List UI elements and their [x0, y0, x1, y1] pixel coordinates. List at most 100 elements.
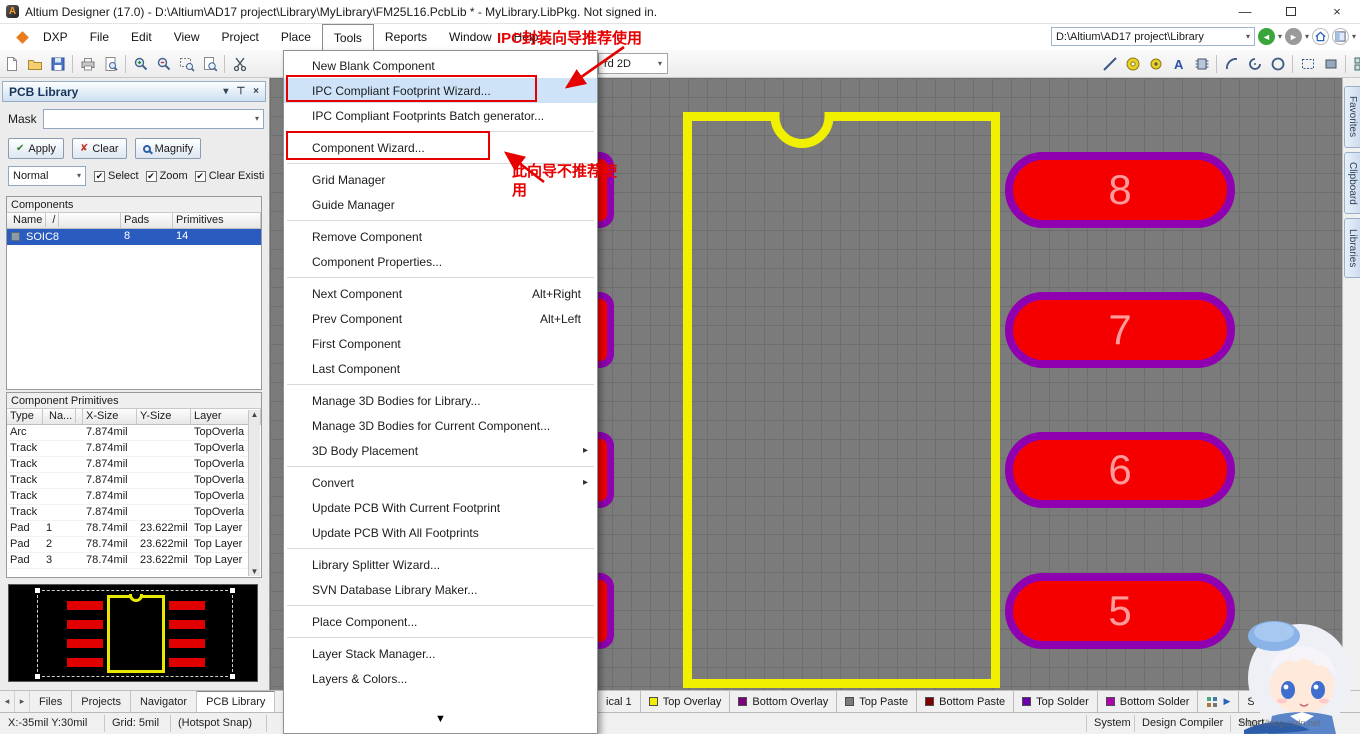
maximize-button[interactable]: [1268, 0, 1314, 23]
tab-pcb-library[interactable]: PCB Library: [197, 691, 275, 712]
scroll-up-icon[interactable]: ▲: [251, 410, 259, 419]
close-button[interactable]: ×: [1314, 0, 1360, 23]
layer-tab-top-solder[interactable]: Top Solder: [1014, 691, 1098, 712]
menu-item-place-component[interactable]: Place Component...: [284, 609, 597, 634]
fill-tool-icon[interactable]: [1319, 52, 1342, 75]
tab-scroll-right-icon[interactable]: ▸: [15, 691, 30, 712]
print-preview-icon[interactable]: [99, 52, 122, 75]
desktop-layouts-icon[interactable]: [1332, 28, 1349, 45]
menu-window[interactable]: Window: [438, 24, 503, 50]
primitives-scrollbar[interactable]: ▲▼: [248, 410, 260, 576]
tab-files[interactable]: Files: [30, 691, 72, 712]
primitive-row[interactable]: Track7.874milTopOverla: [7, 473, 261, 489]
cut-icon[interactable]: [228, 52, 251, 75]
menu-item-svn-database-library-maker[interactable]: SVN Database Library Maker...: [284, 577, 597, 602]
arc-center-tool-icon[interactable]: [1243, 52, 1266, 75]
layer-options-icons[interactable]: ▶: [1198, 691, 1239, 712]
layer-tab-bottom-overlay[interactable]: Bottom Overlay: [730, 691, 837, 712]
component-row-soic8[interactable]: SOIC8 8 14: [7, 229, 261, 245]
chevron-down-icon[interactable]: ▾: [1305, 33, 1309, 41]
select-checkbox[interactable]: ✔Select: [94, 170, 139, 182]
pad-6[interactable]: 6: [1005, 432, 1235, 508]
primitive-row[interactable]: Track7.874milTopOverla: [7, 457, 261, 473]
menu-item-ipc-compliant-footprint-wizard[interactable]: IPC Compliant Footprint Wizard...: [284, 78, 597, 103]
primitives-header[interactable]: Type Na... / X-Size Y-Size Layer: [7, 409, 261, 425]
apply-button[interactable]: ✔Apply: [8, 138, 64, 159]
open-document-icon[interactable]: [23, 52, 46, 75]
menu-item-prev-component[interactable]: Prev ComponentAlt+Left: [284, 306, 597, 331]
menu-item-remove-component[interactable]: Remove Component: [284, 224, 597, 249]
menu-reports[interactable]: Reports: [374, 24, 438, 50]
save-icon[interactable]: [46, 52, 69, 75]
zoom-out-icon[interactable]: [152, 52, 175, 75]
pad-tool-icon[interactable]: [1121, 52, 1144, 75]
menu-item-component-properties[interactable]: Component Properties...: [284, 249, 597, 274]
menu-item-first-component[interactable]: First Component: [284, 331, 597, 356]
system-panel-button[interactable]: System: [1094, 717, 1131, 729]
string-tool-icon[interactable]: A: [1167, 52, 1190, 75]
menu-item-manage-3d-bodies-current[interactable]: Manage 3D Bodies for Current Component..…: [284, 413, 597, 438]
clear-button[interactable]: ✘Clear: [72, 138, 127, 159]
layer-tab-mechanical1[interactable]: ical 1: [598, 691, 641, 712]
menu-item-update-pcb-current[interactable]: Update PCB With Current Footprint: [284, 495, 597, 520]
new-document-icon[interactable]: [0, 52, 23, 75]
clear-existing-checkbox[interactable]: ✔Clear Existi: [195, 170, 266, 182]
layer-tab-bottom-solder[interactable]: Bottom Solder: [1098, 691, 1199, 712]
primitive-row[interactable]: Pad178.74mil23.622milTop Layer: [7, 521, 261, 537]
menu-item-layers-colors[interactable]: Layers & Colors...: [284, 666, 597, 691]
tab-navigator[interactable]: Navigator: [131, 691, 197, 712]
menu-item-component-wizard[interactable]: Component Wizard...: [284, 135, 597, 160]
component-tool-icon[interactable]: [1190, 52, 1213, 75]
design-compiler-panel-button[interactable]: Design Compiler: [1142, 717, 1223, 729]
zoom-document-icon[interactable]: [198, 52, 221, 75]
tab-projects[interactable]: Projects: [72, 691, 131, 712]
full-circle-tool-icon[interactable]: [1266, 52, 1289, 75]
primitive-row[interactable]: Arc7.874milTopOverla: [7, 425, 261, 441]
zoom-area-icon[interactable]: [175, 52, 198, 75]
mask-input[interactable]: ▾: [43, 109, 264, 129]
document-path-combo[interactable]: D:\Altium\AD17 project\Library ▾: [1051, 27, 1255, 46]
components-header[interactable]: Name / Pads Primitives: [7, 213, 261, 229]
menu-view[interactable]: View: [163, 24, 211, 50]
menu-item-new-blank-component[interactable]: New Blank Component: [284, 53, 597, 78]
primitive-row[interactable]: Track7.874milTopOverla: [7, 505, 261, 521]
chevron-down-icon[interactable]: ▾: [1352, 33, 1356, 41]
footprint-preview[interactable]: [8, 584, 258, 682]
menu-item-3d-body-placement[interactable]: 3D Body Placement▸: [284, 438, 597, 463]
pad-5[interactable]: 5: [1005, 573, 1235, 649]
pin-icon[interactable]: ⊤: [236, 86, 245, 97]
primitive-row[interactable]: Pad378.74mil23.622milTop Layer: [7, 553, 261, 569]
minimize-button[interactable]: —: [1222, 0, 1268, 23]
tab-scroll-left-icon[interactable]: ◂: [0, 691, 15, 712]
view-configuration-combo[interactable]: rd 2D ▾: [598, 53, 668, 74]
menu-item-update-pcb-all[interactable]: Update PCB With All Footprints: [284, 520, 597, 545]
tab-libraries[interactable]: Libraries: [1344, 218, 1360, 278]
primitive-row[interactable]: Track7.874milTopOverla: [7, 441, 261, 457]
browser-forward-icon[interactable]: ►: [1285, 28, 1302, 45]
line-tool-icon[interactable]: [1098, 52, 1121, 75]
scroll-down-icon[interactable]: ▼: [251, 567, 259, 576]
tab-clipboard[interactable]: Clipboard: [1344, 152, 1360, 214]
tab-favorites[interactable]: Favorites: [1344, 86, 1360, 148]
menu-item-library-splitter-wizard[interactable]: Library Splitter Wizard...: [284, 552, 597, 577]
menu-scroll-down-icon[interactable]: ▼: [284, 713, 597, 725]
region-tool-icon[interactable]: [1296, 52, 1319, 75]
view-filter-select[interactable]: Normal▾: [8, 166, 86, 186]
print-icon[interactable]: [76, 52, 99, 75]
primitive-row[interactable]: Pad278.74mil23.622milTop Layer: [7, 537, 261, 553]
menu-item-manage-3d-bodies-library[interactable]: Manage 3D Bodies for Library...: [284, 388, 597, 413]
pad-7[interactable]: 7: [1005, 292, 1235, 368]
menu-item-ipc-footprints-batch-generator[interactable]: IPC Compliant Footprints Batch generator…: [284, 103, 597, 128]
menu-item-last-component[interactable]: Last Component: [284, 356, 597, 381]
zoom-in-icon[interactable]: [129, 52, 152, 75]
array-tool-icon[interactable]: [1349, 52, 1360, 75]
via-tool-icon[interactable]: [1144, 52, 1167, 75]
zoom-checkbox[interactable]: ✔Zoom: [146, 170, 188, 182]
menu-project[interactable]: Project: [211, 24, 270, 50]
magnify-button[interactable]: Magnify: [135, 138, 202, 159]
menu-item-layer-stack-manager[interactable]: Layer Stack Manager...: [284, 641, 597, 666]
layer-tab-top-overlay[interactable]: Top Overlay: [641, 691, 731, 712]
close-icon[interactable]: ×: [253, 86, 259, 97]
home-icon[interactable]: [1312, 28, 1329, 45]
layer-tab-bottom-paste[interactable]: Bottom Paste: [917, 691, 1014, 712]
